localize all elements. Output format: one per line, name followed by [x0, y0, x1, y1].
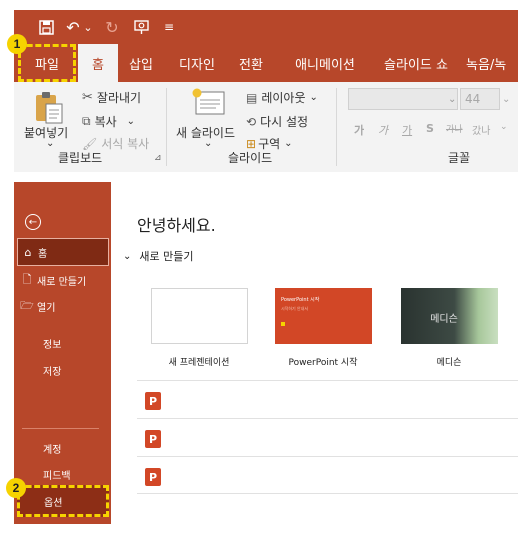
- cut-button[interactable]: ✂ 잘라내기: [82, 89, 141, 106]
- ribbon-divider: [336, 88, 337, 166]
- undo-dropdown-icon[interactable]: ⌄: [82, 10, 94, 44]
- new-section-header[interactable]: ⌄ 새로 만들기: [123, 248, 194, 264]
- tab-recording[interactable]: 녹음/녹: [466, 44, 518, 82]
- layout-label: 레이아웃: [261, 91, 306, 105]
- ribbon-divider: [166, 88, 167, 166]
- copy-label: 복사: [94, 115, 117, 129]
- nav-info[interactable]: 정보: [17, 329, 109, 357]
- recent-file-row[interactable]: P: [137, 380, 518, 418]
- font-group-label: 글꼴: [448, 151, 471, 165]
- present-from-start-icon[interactable]: [130, 10, 154, 44]
- undo-icon[interactable]: ↶: [64, 10, 82, 44]
- save-icon[interactable]: [34, 10, 58, 44]
- italic-button[interactable]: 가: [378, 122, 388, 138]
- paste-icon[interactable]: [32, 88, 72, 126]
- copy-icon: ⧉: [82, 114, 91, 128]
- font-size-dropdown-icon[interactable]: ⌄: [502, 88, 516, 110]
- backstage-view: ← ⌂ 홈 🗋 새로 만들기 🗁 열기 정보 저장 계정 피드백 옵션 안녕하세…: [14, 182, 518, 524]
- tab-design[interactable]: 디자인: [170, 44, 224, 82]
- home-icon: ⌂: [24, 245, 32, 259]
- redo-icon: ↻: [105, 17, 119, 37]
- recent-file-row[interactable]: P: [137, 418, 518, 456]
- nav-home-label: 홈: [38, 248, 48, 260]
- back-arrow-icon[interactable]: ←: [25, 214, 41, 230]
- new-section-label: 새로 만들기: [139, 250, 194, 263]
- nav-new-label: 새로 만들기: [37, 276, 87, 288]
- tab-file[interactable]: 파일: [18, 44, 76, 82]
- backstage-main: 안녕하세요. ⌄ 새로 만들기 새 프레젠테이션 PowerPoint 시작 시…: [111, 182, 518, 524]
- layout-icon: ▤: [246, 90, 258, 105]
- new-slide-icon[interactable]: [190, 88, 226, 116]
- char-spacing-button[interactable]: 갔나: [472, 122, 490, 137]
- font-name-dropdown-icon[interactable]: ⌄: [448, 88, 458, 110]
- nav-open-label: 열기: [37, 302, 56, 314]
- powerpoint-file-icon: P: [145, 430, 161, 448]
- greeting-heading: 안녕하세요.: [137, 216, 216, 235]
- thumbnail-title: PowerPoint 시작: [281, 297, 320, 303]
- thumbnail-subtitle: 시작하기 안내서: [281, 306, 309, 311]
- madison-thumbnail[interactable]: 메디슨: [401, 288, 498, 344]
- nav-new[interactable]: 🗋 새로 만들기: [17, 266, 109, 294]
- powerpoint-ribbon: ↶ ⌄ ↻ ≡ 파일 홈 삽입 디자인 전환 애니메이션 슬라이드 쇼 녹음/녹…: [14, 10, 518, 172]
- recent-file-row[interactable]: P: [137, 456, 518, 494]
- format-painter-label: 서식 복사: [101, 137, 150, 151]
- layout-button[interactable]: ▤ 레이아웃 ⌄: [246, 89, 318, 106]
- tab-insert[interactable]: 삽입: [120, 44, 162, 82]
- sidebar-divider: [22, 428, 99, 429]
- ribbon-tabs: 파일 홈 삽입 디자인 전환 애니메이션 슬라이드 쇼 녹음/녹: [14, 44, 518, 82]
- new-slide-dropdown-icon[interactable]: ⌄: [204, 138, 212, 149]
- madison-label: 메디슨: [436, 358, 462, 368]
- quick-access-toolbar: ↶ ⌄ ↻ ≡: [14, 10, 518, 44]
- open-folder-icon: 🗁: [20, 298, 34, 312]
- nav-save[interactable]: 저장: [17, 356, 109, 384]
- ribbon-content: 붙여넣기 ⌄ ✂ 잘라내기 ⧉ 복사 ⌄ 🖌 서식 복사 클립보드 ⊿ 새 슬라…: [14, 82, 518, 172]
- reset-label: 다시 설정: [260, 115, 309, 129]
- strikethrough-button[interactable]: 가나: [446, 122, 463, 135]
- slides-group-label: 슬라이드: [228, 151, 273, 165]
- section-dropdown-icon: ⌄: [284, 138, 293, 149]
- tab-animations[interactable]: 애니메이션: [282, 44, 368, 82]
- tab-transitions[interactable]: 전환: [230, 44, 272, 82]
- shadow-button[interactable]: S: [426, 122, 434, 135]
- powerpoint-file-icon: P: [145, 392, 161, 410]
- clipboard-launcher-icon[interactable]: ⊿: [154, 153, 162, 163]
- cut-label: 잘라내기: [96, 91, 142, 105]
- powerpoint-file-icon: P: [145, 468, 161, 486]
- step-badge-2: 2: [6, 478, 26, 498]
- powerpoint-start-thumbnail[interactable]: PowerPoint 시작 시작하기 안내서: [275, 288, 372, 344]
- reset-button[interactable]: ⟲ 다시 설정: [246, 113, 308, 130]
- blank-presentation-label: 새 프레젠테이션: [168, 358, 230, 368]
- paste-dropdown-icon[interactable]: ⌄: [46, 138, 54, 149]
- scissors-icon: ✂: [82, 90, 93, 105]
- font-size-input[interactable]: 44: [460, 88, 500, 110]
- collapse-chevron-icon: ⌄: [123, 250, 132, 262]
- nav-feedback[interactable]: 피드백: [17, 460, 109, 488]
- nav-account[interactable]: 계정: [17, 434, 109, 462]
- nav-options[interactable]: 옵션: [17, 485, 109, 517]
- nav-home[interactable]: ⌂ 홈: [17, 238, 109, 266]
- step-badge-1: 1: [7, 34, 27, 54]
- tab-slide-show[interactable]: 슬라이드 쇼: [374, 44, 458, 82]
- nav-open[interactable]: 🗁 열기: [17, 292, 109, 320]
- customize-qat-icon[interactable]: ≡: [162, 10, 176, 44]
- powerpoint-start-label: PowerPoint 시작: [288, 358, 358, 368]
- copy-button[interactable]: ⧉ 복사 ⌄: [82, 113, 135, 130]
- tab-home[interactable]: 홈: [78, 44, 118, 82]
- thumbnail-accent: [281, 322, 285, 326]
- backstage-sidebar: ← ⌂ 홈 🗋 새로 만들기 🗁 열기 정보 저장 계정 피드백 옵션: [14, 182, 111, 524]
- madison-thumbnail-title: 메디슨: [430, 314, 458, 325]
- clipboard-group-label: 클립보드: [58, 151, 103, 165]
- new-file-icon: 🗋: [22, 272, 32, 286]
- char-spacing-dropdown-icon[interactable]: ⌄: [500, 122, 508, 132]
- layout-dropdown-icon: ⌄: [309, 92, 318, 103]
- copy-dropdown-icon[interactable]: ⌄: [127, 116, 135, 127]
- underline-button[interactable]: 가: [402, 122, 412, 138]
- bold-button[interactable]: 가: [354, 122, 364, 138]
- font-name-input[interactable]: [348, 88, 458, 110]
- blank-presentation-thumbnail[interactable]: [151, 288, 248, 344]
- reset-icon: ⟲: [246, 114, 257, 129]
